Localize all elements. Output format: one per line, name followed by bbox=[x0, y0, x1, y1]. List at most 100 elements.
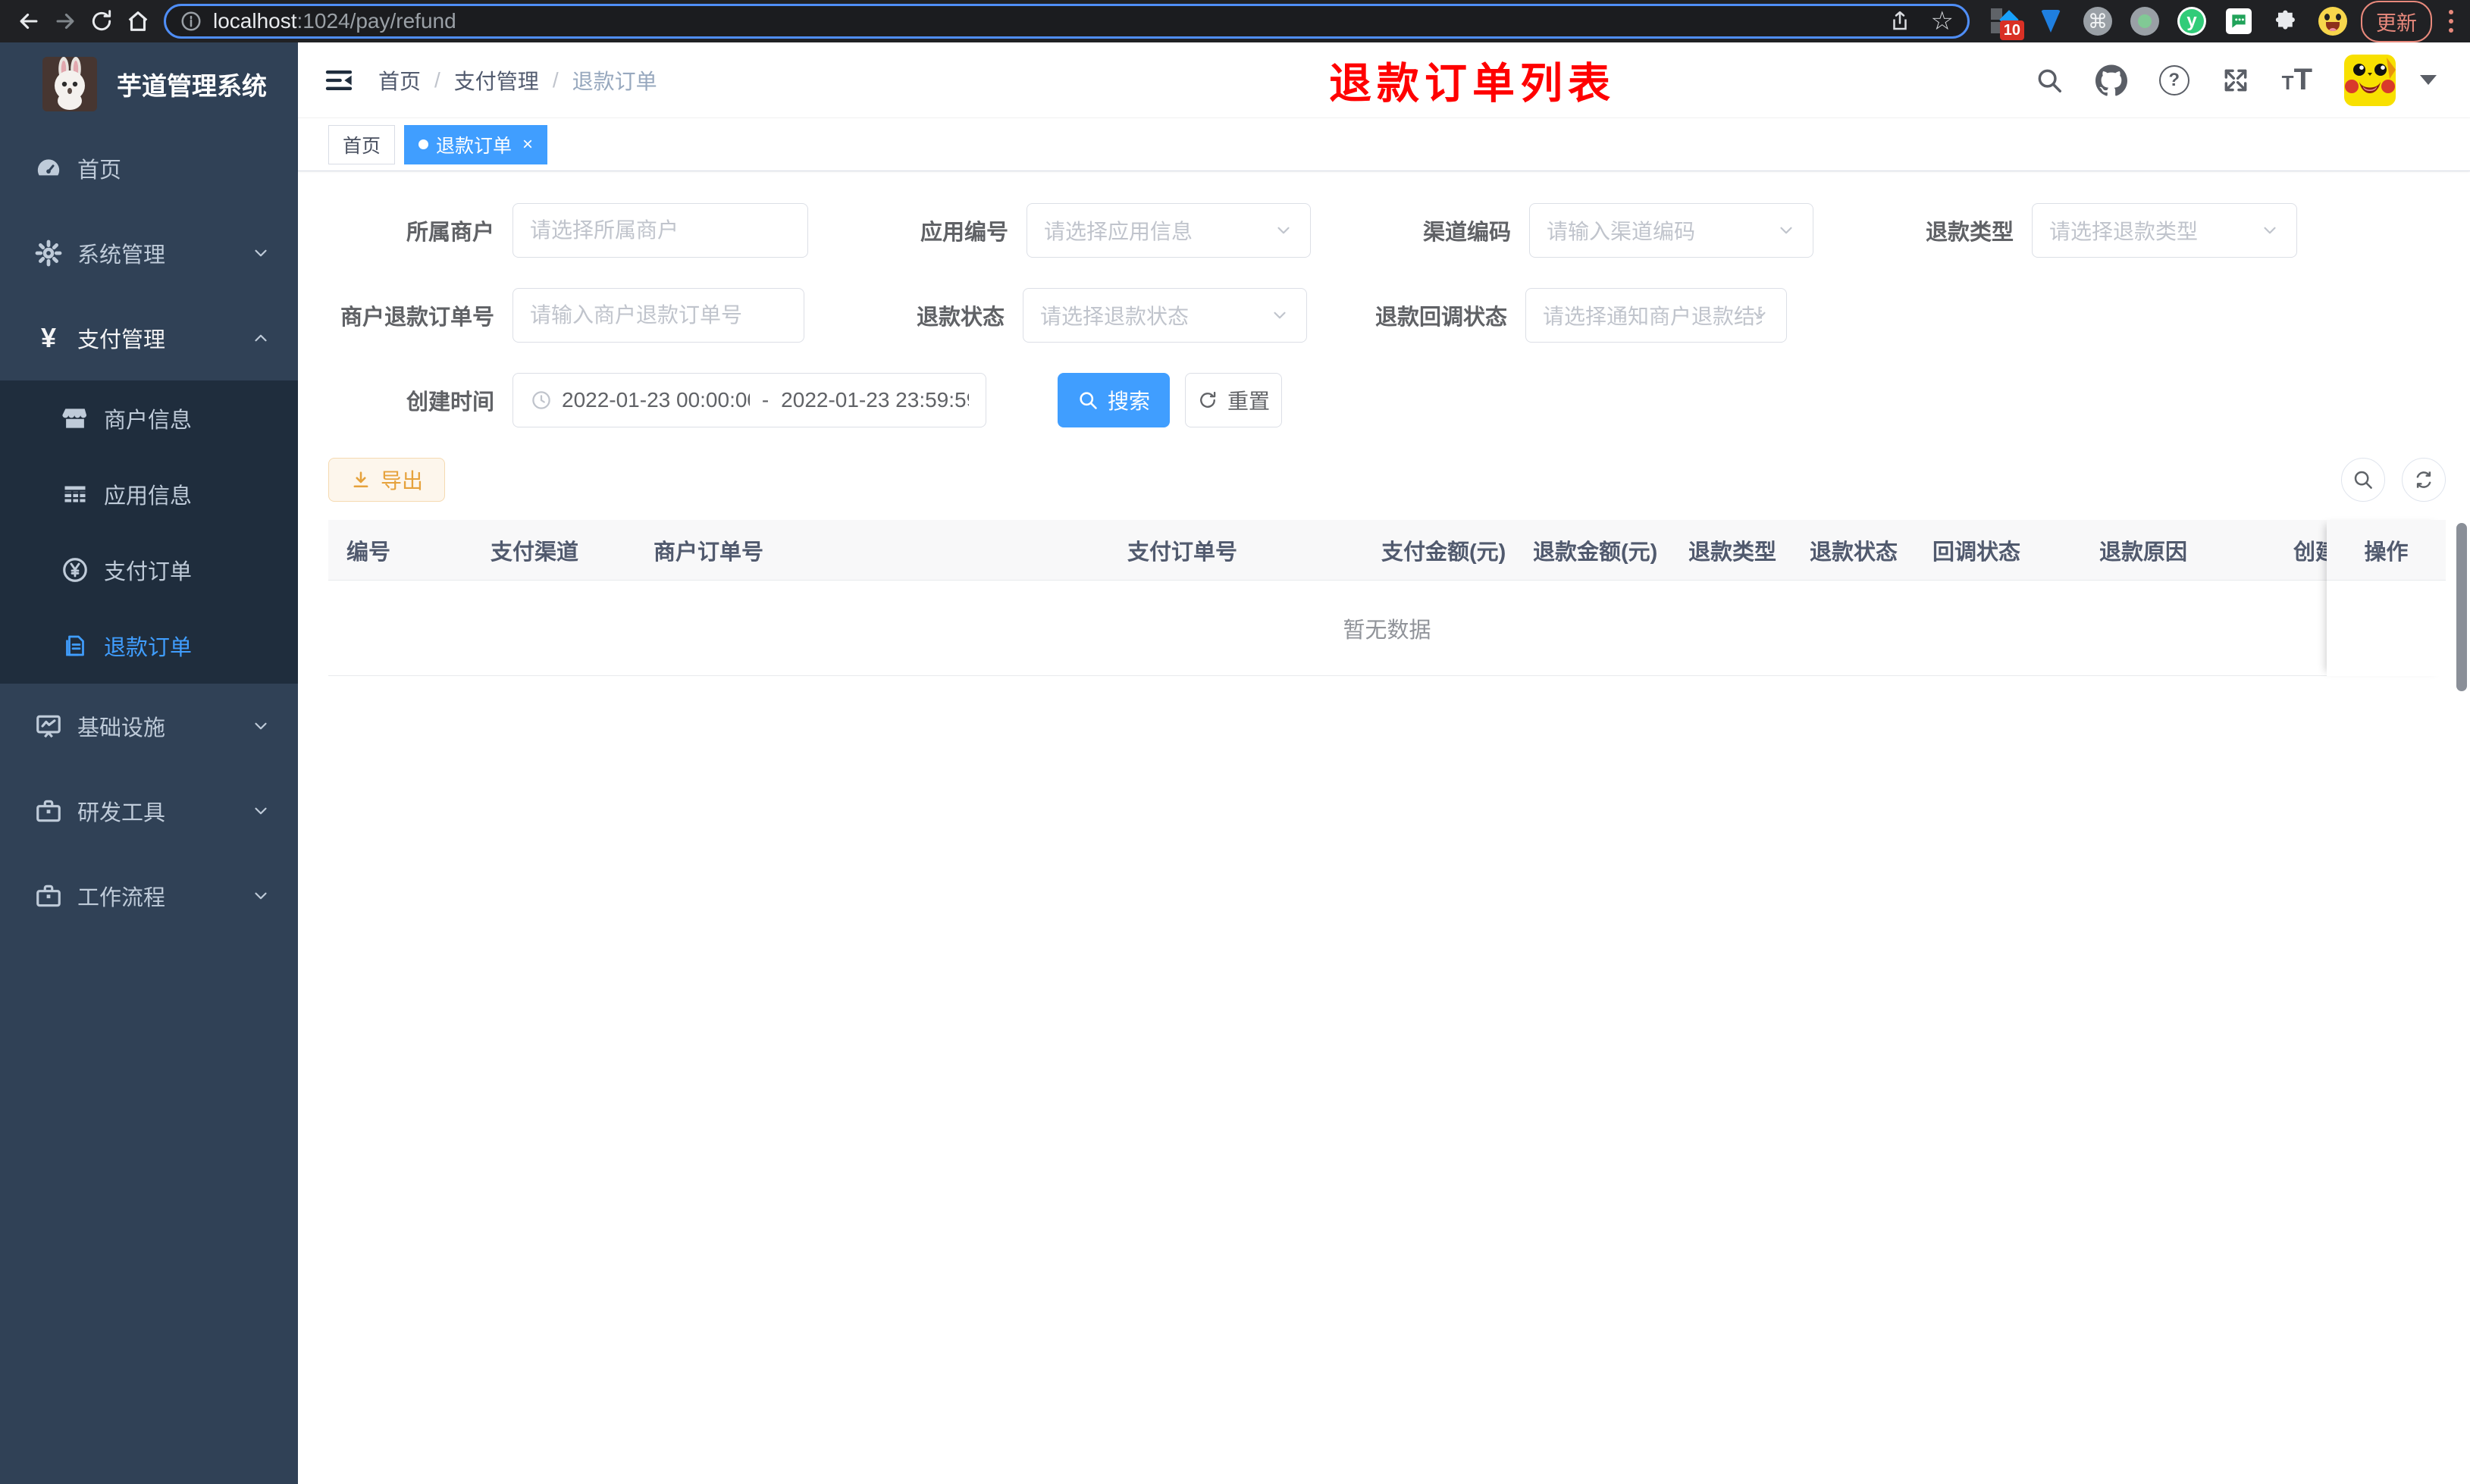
header-search-button[interactable] bbox=[2035, 66, 2064, 95]
filter-label: 应用编号 bbox=[920, 221, 1008, 245]
download-icon bbox=[353, 471, 368, 488]
sidebar-fold-button[interactable] bbox=[324, 65, 354, 95]
sidebar-item-label: 商户信息 bbox=[104, 409, 193, 433]
browser-menu-icon[interactable] bbox=[2443, 10, 2459, 33]
date-end-value[interactable]: 2022-01-23 23:59:59 bbox=[781, 388, 969, 412]
date-range-picker[interactable]: 2022-01-23 00:00:00 - 2022-01-23 23:59:5… bbox=[512, 373, 986, 427]
sidebar-item-system[interactable]: 系统管理 bbox=[0, 211, 298, 296]
sidebar-item-workflow[interactable]: 工作流程 bbox=[0, 853, 298, 938]
github-button[interactable] bbox=[2095, 64, 2127, 96]
sidebar-item-payment[interactable]: ¥ 支付管理 bbox=[0, 296, 298, 380]
refresh-table-button[interactable] bbox=[2402, 458, 2446, 502]
refund-status-select[interactable]: 请选择退款状态 bbox=[1023, 288, 1307, 343]
avatar[interactable] bbox=[2344, 54, 2396, 106]
select-placeholder: 请选择退款类型 bbox=[2049, 220, 2199, 243]
tab-refund-order[interactable]: 退款订单 × bbox=[404, 124, 548, 164]
search-icon bbox=[2354, 471, 2372, 489]
refund-type-select[interactable]: 请选择退款类型 bbox=[2032, 203, 2297, 258]
sidebar-item-home[interactable]: 首页 bbox=[0, 126, 298, 211]
browser-update-button[interactable]: 更新 bbox=[2361, 0, 2432, 42]
extension-chat-icon[interactable] bbox=[2224, 7, 2253, 36]
extension-recorder-icon[interactable] bbox=[2130, 7, 2159, 36]
sidebar-item-label: 研发工具 bbox=[77, 801, 166, 825]
breadcrumb-separator: / bbox=[434, 67, 440, 92]
extension-tampermonkey-icon[interactable]: 10 bbox=[1989, 7, 2024, 40]
breadcrumb-home[interactable]: 首页 bbox=[378, 65, 421, 95]
channel-select[interactable]: 请输入渠道编码 bbox=[1529, 203, 1813, 258]
sidebar-item-dev-tools[interactable]: 研发工具 bbox=[0, 769, 298, 853]
refresh-icon bbox=[1200, 391, 1216, 408]
column-header: 支付金额(元) bbox=[1381, 540, 1506, 565]
export-button-label: 导出 bbox=[381, 469, 424, 493]
chevron-down-icon bbox=[1776, 221, 1796, 240]
search-button[interactable]: 搜索 bbox=[1058, 373, 1170, 427]
table-toolbar: 导出 bbox=[328, 458, 2446, 502]
extensions-puzzle-icon[interactable] bbox=[2271, 7, 2300, 36]
browser-forward-button[interactable] bbox=[47, 3, 83, 39]
fullscreen-button[interactable] bbox=[2221, 66, 2250, 95]
scrollbar-thumb[interactable] bbox=[2456, 523, 2467, 691]
filter-label: 所属商户 bbox=[406, 221, 494, 245]
sidebar-item-refund-order[interactable]: 退款订单 bbox=[0, 608, 298, 684]
extension-gem-icon[interactable] bbox=[2036, 7, 2065, 36]
table-empty-state: 暂无数据 bbox=[328, 581, 2446, 676]
browser-back-button[interactable] bbox=[11, 3, 47, 39]
select-placeholder: 请选择退款状态 bbox=[1040, 305, 1190, 328]
browser-home-button[interactable] bbox=[120, 3, 156, 39]
help-button[interactable]: ? bbox=[2158, 64, 2189, 95]
url-host: localhost bbox=[213, 9, 297, 33]
refund-list-page: 所属商户 应用编号 请选择应用信息 渠道编码 请输入渠道编码 bbox=[298, 171, 2470, 676]
filter-channel: 渠道编码 请输入渠道编码 bbox=[1347, 203, 1813, 258]
yen-icon: ¥ bbox=[40, 322, 57, 353]
export-button[interactable]: 导出 bbox=[328, 458, 446, 502]
logo-rabbit-image bbox=[42, 57, 97, 111]
extension-emoji-icon[interactable] bbox=[2318, 7, 2347, 36]
breadcrumb-payment[interactable]: 支付管理 bbox=[454, 65, 539, 95]
briefcase-icon bbox=[32, 797, 65, 825]
merchant-input[interactable] bbox=[512, 203, 808, 258]
sidebar-item-infrastructure[interactable]: 基础设施 bbox=[0, 684, 298, 769]
date-start-value[interactable]: 2022-01-23 00:00:00 bbox=[562, 388, 750, 412]
browser-reload-button[interactable] bbox=[83, 3, 120, 39]
font-size-button[interactable]: TT bbox=[2282, 63, 2312, 97]
refund-document-icon bbox=[58, 632, 92, 659]
tab-close-icon[interactable]: × bbox=[522, 135, 533, 154]
url-text: localhost:1024/pay/refund bbox=[213, 9, 1879, 33]
refund-table: 编号 支付渠道 商户订单号 支付订单号 支付金额(元) 退款金额(元) 退款类型… bbox=[328, 520, 2446, 676]
merchant-refund-no-input-field[interactable] bbox=[530, 303, 787, 327]
question-glyph: ? bbox=[2168, 69, 2180, 90]
url-path: :1024/pay/refund bbox=[296, 9, 456, 33]
filter-label: 商户退款订单号 bbox=[340, 305, 494, 330]
avatar-caret-icon[interactable] bbox=[2420, 75, 2437, 85]
share-icon[interactable] bbox=[1889, 10, 1911, 33]
column-header: 商户订单号 bbox=[654, 540, 764, 565]
show-search-toggle-button[interactable] bbox=[2341, 458, 2385, 502]
tab-home[interactable]: 首页 bbox=[328, 124, 396, 164]
sidebar-item-pay-order[interactable]: 支付订单 bbox=[0, 532, 298, 608]
merchant-refund-no-input[interactable] bbox=[512, 288, 804, 343]
reset-button[interactable]: 重置 bbox=[1185, 373, 1282, 427]
refresh-icon bbox=[2416, 471, 2431, 488]
table-header-row: 编号 支付渠道 商户订单号 支付订单号 支付金额(元) 退款金额(元) 退款类型… bbox=[328, 520, 2446, 581]
sidebar-item-merchant-info[interactable]: 商户信息 bbox=[0, 380, 298, 456]
breadcrumb-current: 退款订单 bbox=[572, 69, 657, 93]
column-header: 退款状态 bbox=[1810, 540, 1898, 565]
merchant-input-field[interactable] bbox=[530, 218, 791, 243]
address-bar[interactable]: localhost:1024/pay/refund ☆ bbox=[164, 4, 1970, 39]
column-header-truncated: 创建时间 bbox=[2293, 540, 2327, 565]
notify-status-select[interactable]: 请选择通知商户退款结果的回调状态 bbox=[1525, 288, 1787, 343]
app-select[interactable]: 请选择应用信息 bbox=[1027, 203, 1311, 258]
extension-command-icon[interactable]: ⌘ bbox=[2083, 7, 2112, 36]
column-header: 退款原因 bbox=[2099, 540, 2188, 565]
extension-yuque-icon[interactable]: y bbox=[2177, 7, 2206, 36]
breadcrumb-separator: / bbox=[552, 67, 559, 92]
filter-refund-type: 退款类型 请选择退款类型 bbox=[1850, 203, 2297, 258]
tags-view-bar: 首页 退款订单 × bbox=[298, 118, 2470, 171]
chevron-up-icon bbox=[251, 328, 271, 348]
sidebar-item-app-info[interactable]: 应用信息 bbox=[0, 456, 298, 532]
bookmark-star-icon[interactable]: ☆ bbox=[1931, 8, 1954, 34]
site-info-icon[interactable] bbox=[180, 10, 202, 33]
tab-label: 退款订单 bbox=[436, 135, 512, 157]
filter-label: 退款类型 bbox=[1925, 221, 2014, 245]
sidebar-logo[interactable]: 芋道管理系统 bbox=[0, 42, 298, 126]
